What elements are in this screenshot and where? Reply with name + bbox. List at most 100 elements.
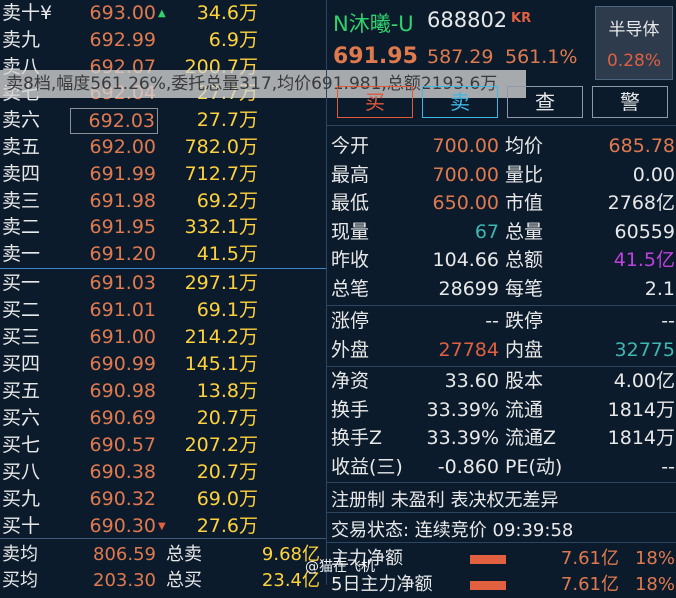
flow-bar bbox=[470, 581, 506, 590]
level-volume: 69.2万 bbox=[196, 189, 258, 212]
level-price: 691.03 bbox=[89, 272, 156, 294]
alert-button[interactable]: 警 bbox=[592, 86, 668, 118]
stat-value: 104.66 bbox=[432, 249, 499, 271]
level-label: 卖二 bbox=[2, 216, 41, 239]
level-volume: 27.6万 bbox=[196, 515, 258, 537]
stat-row: 最低 650.00 市值 2768亿 bbox=[327, 189, 676, 217]
flow-value: 7.61亿 bbox=[560, 574, 619, 595]
stat-label-2: PE(动) bbox=[505, 455, 563, 478]
bid-ask-divider bbox=[0, 268, 326, 269]
stat-row: 换手Z 33.39% 流通Z 1814万 bbox=[327, 424, 676, 452]
stat-label: 收益(三) bbox=[331, 455, 403, 478]
level-volume: 41.5万 bbox=[196, 243, 258, 266]
bid-row[interactable]: 买九 690.32 69.0万 bbox=[0, 486, 326, 513]
stat-label-2: 流通 bbox=[505, 398, 544, 421]
divider bbox=[327, 512, 676, 513]
bid-row[interactable]: 买二 691.01 69.1万 bbox=[0, 297, 326, 324]
stat-label-2: 流通Z bbox=[505, 427, 557, 449]
bid-row[interactable]: 买十 690.30 27.6万 ▼ bbox=[0, 513, 326, 540]
sell-button[interactable]: 卖 bbox=[422, 86, 498, 118]
bid-row[interactable]: 买六 690.69 20.7万 bbox=[0, 405, 326, 432]
level-label: 卖九 bbox=[2, 28, 41, 51]
up-arrow-icon: ▲ bbox=[158, 8, 166, 19]
ask-row[interactable]: 卖四 691.99 712.7万 bbox=[0, 161, 326, 188]
level-price: 690.98 bbox=[89, 380, 156, 402]
stat-label: 最高 bbox=[331, 163, 370, 186]
ask-row[interactable]: 卖一 691.20 41.5万 bbox=[0, 241, 326, 268]
stat-value: -0.860 bbox=[437, 455, 499, 478]
level-volume: 145.1万 bbox=[184, 353, 258, 375]
sector-percent: 0.28% bbox=[606, 51, 661, 71]
divider bbox=[327, 482, 676, 483]
sector-name: 半导体 bbox=[608, 20, 660, 40]
footer-label-2: 总卖 bbox=[166, 544, 202, 565]
stat-row: 收益(三) -0.860 PE(动) -- bbox=[327, 453, 676, 481]
level-volume: 297.1万 bbox=[184, 272, 258, 294]
ask-row[interactable]: 卖九 692.99 6.9万 bbox=[0, 27, 326, 54]
bid-row[interactable]: 买八 690.38 20.7万 bbox=[0, 459, 326, 486]
bid-row[interactable]: 买三 691.00 214.2万 bbox=[0, 324, 326, 351]
level-volume: 782.0万 bbox=[184, 136, 258, 158]
stat-label-2: 量比 bbox=[505, 163, 544, 186]
stat-label: 净资 bbox=[331, 370, 370, 392]
ask-row[interactable]: 卖十¥ 693.00 34.6万 ▲ bbox=[0, 0, 326, 27]
buy-button[interactable]: 买 bbox=[337, 86, 413, 118]
divider bbox=[327, 305, 676, 306]
level-price: 693.00 bbox=[89, 2, 156, 24]
level-price: 692.00 bbox=[89, 136, 156, 158]
level-label: 卖三 bbox=[2, 189, 41, 212]
stock-name: N沐曦-U bbox=[333, 12, 414, 36]
bid-row[interactable]: 买七 690.57 207.2万 bbox=[0, 432, 326, 459]
level-price: 691.95 bbox=[89, 216, 156, 239]
level-price: 691.01 bbox=[89, 299, 156, 321]
footer-label: 卖均 bbox=[2, 544, 38, 565]
level-price: 691.20 bbox=[89, 243, 156, 266]
stat-value-2: -- bbox=[661, 310, 675, 332]
capital-flow-row: 主力净额 7.61亿 18% bbox=[327, 546, 676, 572]
stat-value-2: 685.78 bbox=[608, 135, 675, 157]
level-price: 691.00 bbox=[89, 326, 156, 348]
footer-value: 806.59 bbox=[93, 544, 156, 565]
ask-row[interactable]: 卖三 691.98 69.2万 bbox=[0, 188, 326, 215]
bid-row[interactable]: 买五 690.98 13.8万 bbox=[0, 378, 326, 405]
stat-label-2: 内盘 bbox=[505, 338, 544, 361]
stat-value: 33.60 bbox=[444, 370, 499, 392]
flow-percent: 18% bbox=[634, 574, 675, 595]
level-volume: 207.2万 bbox=[184, 434, 258, 456]
stat-row: 昨收 104.66 总额 41.5亿 bbox=[327, 246, 676, 274]
bid-row[interactable]: 买四 690.99 145.1万 bbox=[0, 351, 326, 378]
change-percent: 561.1% bbox=[505, 46, 578, 68]
footer-label-2: 总买 bbox=[166, 570, 202, 591]
sector-box[interactable]: 半导体 0.28% bbox=[595, 6, 673, 80]
stock-tag: KR bbox=[511, 11, 532, 26]
level-price: 690.69 bbox=[89, 407, 156, 429]
level-label: 买四 bbox=[2, 353, 41, 375]
level-label: 买二 bbox=[2, 299, 41, 321]
capital-flow-row: 5日主力净额 7.61亿 18% bbox=[327, 572, 676, 598]
level-price: 690.30 bbox=[89, 515, 156, 537]
level-label: 买一 bbox=[2, 272, 41, 294]
stat-label: 涨停 bbox=[331, 310, 370, 332]
ask-row[interactable]: 卖二 691.95 332.1万 bbox=[0, 214, 326, 241]
ask-row[interactable]: 卖六 692.03 27.7万 bbox=[0, 107, 326, 135]
stat-value: 700.00 bbox=[432, 163, 499, 186]
ask-row[interactable]: 卖五 692.00 782.0万 bbox=[0, 134, 326, 161]
trading-status: 交易状态: 连续竞价 09:39:58 bbox=[331, 520, 574, 541]
query-button[interactable]: 查 bbox=[507, 86, 583, 118]
stat-value: 700.00 bbox=[432, 135, 499, 157]
bid-row[interactable]: 买一 691.03 297.1万 bbox=[0, 270, 326, 297]
flow-value: 7.61亿 bbox=[560, 548, 619, 569]
stat-value: 27784 bbox=[438, 338, 499, 361]
level-price: 690.57 bbox=[89, 434, 156, 456]
flow-bar bbox=[470, 555, 506, 564]
stat-label-2: 均价 bbox=[505, 135, 544, 157]
level-price: 691.98 bbox=[89, 189, 156, 212]
stat-value-2: 1814万 bbox=[607, 427, 675, 449]
level-volume: 34.6万 bbox=[196, 2, 258, 24]
stat-value-2: 32775 bbox=[614, 338, 675, 361]
level-label: 买九 bbox=[2, 488, 41, 510]
stat-label-2: 总额 bbox=[505, 249, 544, 271]
registration-note: 注册制 未盈利 表决权无差异 bbox=[331, 490, 559, 511]
stat-value-2: 2768亿 bbox=[607, 192, 675, 214]
stat-label-2: 市值 bbox=[505, 192, 544, 214]
